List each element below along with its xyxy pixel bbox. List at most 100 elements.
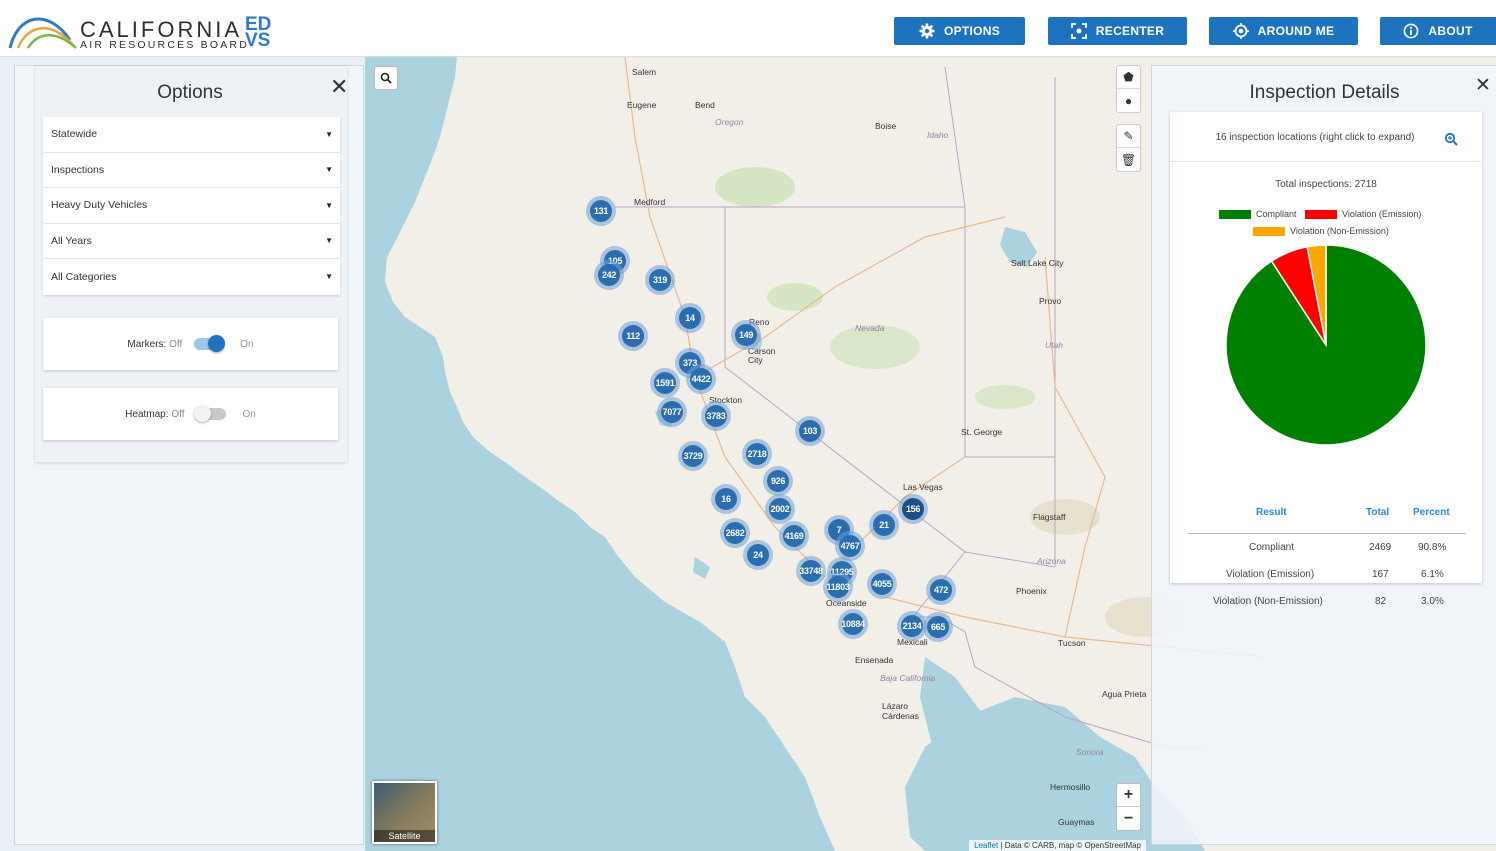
cluster-marker[interactable]: 2718 (742, 439, 772, 469)
satellite-layer-toggle[interactable]: Satellite (372, 781, 437, 844)
heatmap-on-label: On (242, 408, 256, 420)
around-me-button-label: AROUND ME (1257, 24, 1335, 38)
cluster-count: 319 (649, 269, 671, 291)
edit-toolbar: ✎ 🗑 (1116, 124, 1141, 172)
cluster-count: 14 (679, 307, 701, 329)
map-label: Eugene (627, 100, 657, 110)
cluster-count: 131 (590, 200, 612, 222)
col-header-total: Total (1366, 507, 1390, 518)
cluster-count: 16 (715, 488, 737, 510)
cluster-marker[interactable]: 149 (731, 320, 761, 350)
cluster-marker[interactable]: 2682 (720, 518, 750, 548)
cluster-count: 7077 (661, 401, 683, 423)
map-label: Las Vegas (903, 482, 943, 492)
cluster-count: 4767 (839, 535, 861, 557)
row-total: 2469 (1369, 542, 1392, 553)
cluster-marker[interactable]: 16 (711, 484, 741, 514)
select-value: All Years (51, 234, 92, 247)
cluster-marker[interactable]: 10884 (838, 609, 868, 639)
heatmap-toggle[interactable] (194, 405, 227, 422)
map-label: Salt Lake City (1011, 258, 1064, 268)
cluster-marker[interactable]: 131 (586, 196, 616, 226)
map-search-button[interactable] (374, 66, 398, 90)
legend-label: Compliant (1256, 209, 1297, 219)
inspection-details-panel: Inspection Details ✕ 16 inspection locat… (1151, 65, 1496, 845)
map-label: Guaymas (1058, 817, 1095, 827)
cluster-marker[interactable]: 3783 (701, 401, 731, 431)
cluster-marker[interactable]: 156 (898, 494, 928, 524)
select-value: Statewide (51, 128, 98, 141)
map-attribution: Leaflet | Data © CARB, map © OpenStreetM… (969, 840, 1146, 851)
cluster-marker[interactable]: 665 (923, 612, 953, 642)
delete-layers-button[interactable]: 🗑 (1117, 148, 1140, 171)
about-button[interactable]: ABOUT (1380, 17, 1496, 45)
cluster-marker[interactable]: 11803 (823, 572, 853, 602)
options-button[interactable]: OPTIONS (894, 17, 1025, 45)
cluster-marker[interactable]: 472 (926, 575, 956, 605)
year-select[interactable]: All Years ▼ (43, 224, 340, 259)
cluster-marker[interactable]: 14 (675, 303, 705, 333)
cluster-count: 103 (799, 420, 821, 442)
draw-polygon-button[interactable]: ⬟ (1117, 66, 1140, 89)
markers-label: Markers: (127, 338, 167, 350)
map-label: Bend (695, 100, 715, 110)
vehicle-type-select[interactable]: Heavy Duty Vehicles ▼ (43, 188, 340, 224)
carb-logo[interactable]: CALIFORNIA AIR RESOURCES BOARD ED VS (8, 6, 288, 51)
cluster-count: 2682 (724, 522, 746, 544)
around-me-button[interactable]: AROUND ME (1209, 17, 1358, 45)
cluster-marker[interactable]: 3729 (678, 441, 708, 471)
cluster-marker[interactable]: 926 (763, 466, 793, 496)
zoom-in-button[interactable]: + (1117, 784, 1140, 807)
map-label: Lázaro Cárdenas (882, 701, 919, 721)
row-percent: 90.8% (1418, 542, 1447, 553)
cluster-marker[interactable]: 21 (869, 510, 899, 540)
close-inspection-button[interactable]: ✕ (1475, 76, 1491, 96)
draw-circle-button[interactable]: ● (1117, 89, 1140, 112)
map-label: St. George (961, 427, 1003, 437)
satellite-label: Satellite (374, 830, 435, 842)
region-select[interactable]: Statewide ▼ (43, 117, 340, 153)
data-type-select[interactable]: Inspections ▼ (43, 153, 340, 188)
cluster-marker[interactable]: 319 (645, 265, 675, 295)
cluster-count: 33748 (799, 560, 823, 582)
caret-down-icon: ▼ (325, 165, 333, 175)
circle-icon: ● (1124, 93, 1133, 108)
cluster-marker[interactable]: 4169 (779, 521, 809, 551)
row-total: 167 (1372, 569, 1389, 580)
cluster-marker[interactable]: 4422 (686, 364, 716, 394)
cluster-marker[interactable]: 1591 (650, 368, 680, 398)
cluster-count: 3729 (682, 445, 704, 467)
col-header-result: Result (1256, 507, 1287, 518)
logo-arcs-icon (8, 17, 77, 49)
recenter-button[interactable]: RECENTER (1048, 17, 1187, 45)
legend-item: Violation (Emission) (1305, 209, 1421, 219)
cluster-count: 4422 (690, 368, 712, 390)
search-icon[interactable] (1444, 132, 1458, 146)
edit-layers-button[interactable]: ✎ (1117, 125, 1140, 148)
zoom-out-button[interactable]: − (1117, 807, 1140, 830)
close-options-button[interactable]: ✕ (330, 76, 348, 98)
logo-subtitle: AIR RESOURCES BOARD (80, 39, 249, 51)
cluster-marker[interactable]: 4055 (867, 569, 897, 599)
zoom-control: + − (1116, 783, 1141, 831)
cluster-marker[interactable]: 112 (618, 321, 648, 351)
legend-label: Violation (Emission) (1342, 209, 1422, 219)
select-value: Inspections (51, 163, 105, 176)
inspection-pie-chart (1225, 244, 1427, 446)
cluster-marker[interactable]: 7077 (657, 397, 687, 427)
cluster-marker[interactable]: 33748 (796, 556, 826, 586)
leaflet-link[interactable]: Leaflet (974, 841, 998, 850)
cluster-count: 926 (767, 470, 789, 492)
cluster-marker[interactable]: 24 (743, 540, 773, 570)
cluster-count: 2134 (901, 615, 923, 637)
cluster-marker[interactable]: 103 (795, 416, 825, 446)
category-select[interactable]: All Categories ▼ (43, 259, 340, 295)
cluster-marker[interactable]: 242 (594, 260, 624, 290)
markers-toggle[interactable] (194, 335, 226, 352)
draw-shape-toolbar: ⬟ ● (1116, 65, 1141, 113)
legend-item: Violation (Non-Emission) (1253, 226, 1389, 236)
info-icon (1404, 23, 1419, 39)
cluster-marker[interactable]: 2002 (765, 494, 795, 524)
options-title: Options (157, 82, 223, 103)
toggle-knob (194, 405, 212, 422)
